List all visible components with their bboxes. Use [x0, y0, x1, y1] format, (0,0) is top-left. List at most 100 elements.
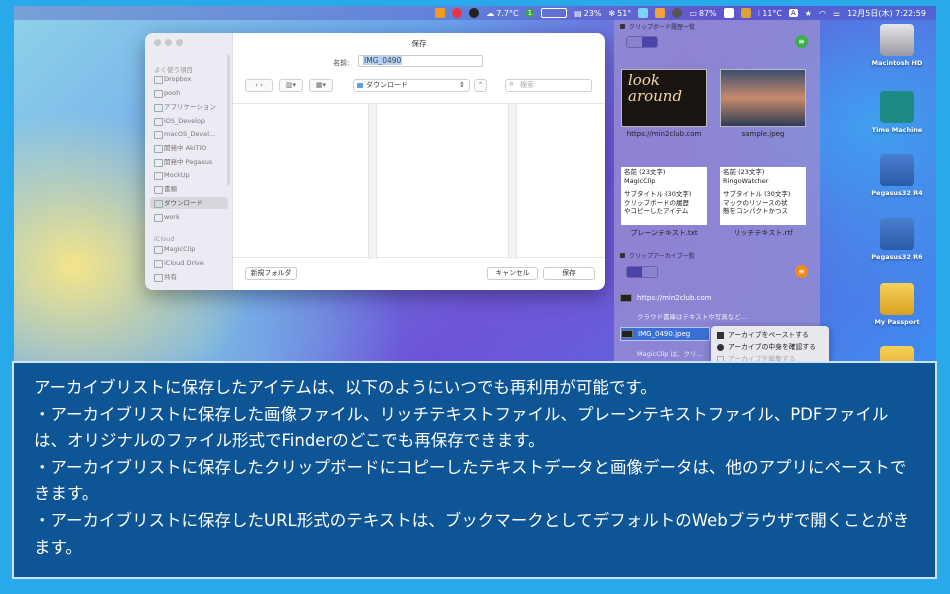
battery-status[interactable]: ▭ 87%: [689, 9, 716, 18]
history-text-card[interactable]: 名前 (23文字) RingoWatcher サブタイトル (30文字) マック…: [720, 167, 806, 225]
sidebar-item-macos-devel[interactable]: macOS_Devel...: [150, 128, 228, 140]
column-divider[interactable]: [509, 104, 517, 259]
clip-app-icon[interactable]: [452, 8, 463, 18]
wifi-icon[interactable]: ◠: [819, 9, 826, 18]
sidebar-scrollbar[interactable]: [227, 55, 230, 185]
minimize-button[interactable]: [165, 39, 172, 46]
thumbnail-icon: [620, 294, 632, 302]
sidebar-item-pegasus[interactable]: 開発中 Pegasus: [150, 156, 228, 168]
dialog-toolbar: ‹ › ▥▾ ▦▾ ダウンロード ⇕ ⌃ 検索: [233, 79, 605, 93]
filename-field[interactable]: IMG_0490: [358, 55, 483, 67]
star-icon[interactable]: ★: [805, 9, 812, 18]
thumb-look-around-text: look around: [628, 71, 683, 105]
input-mode[interactable]: A: [788, 9, 798, 17]
context-menu: アーカイブをペーストする アーカイブの中身を確認する アーカイブを編集する: [711, 326, 829, 362]
chevron-left-icon: ‹: [255, 81, 258, 89]
dialog-title: 保存: [411, 39, 427, 48]
external-drive-icon: [880, 346, 914, 362]
caption-line: ・アーカイブリストに保存したURL形式のテキストは、ブックマークとしてデフォルト…: [34, 510, 910, 557]
group-button[interactable]: ▦▾: [309, 79, 333, 92]
history-caption: https://min2club.com: [626, 130, 702, 138]
external-drive-icon: [880, 154, 914, 186]
archive-row[interactable]: クラウド書庫はテキストや写真など...: [620, 309, 810, 323]
history-view-toggle[interactable]: [626, 36, 658, 48]
calendar-status-icon[interactable]: [723, 8, 734, 18]
browser-column[interactable]: [517, 104, 605, 259]
zoom-button[interactable]: [176, 39, 183, 46]
sidebar-item-magicclip[interactable]: MagicClip: [150, 243, 228, 255]
dialog-main: 保存 名前: IMG_0490 ‹ › ▥▾ ▦▾ ダウンロード ⇕ ⌃ 検索: [233, 33, 605, 290]
sidebar-item-downloads[interactable]: ダウンロード: [150, 197, 228, 209]
ball-icon[interactable]: [469, 8, 480, 18]
sidebar-item-work[interactable]: work: [150, 211, 228, 223]
desktop-icon-time-machine[interactable]: Time Machine: [867, 91, 927, 134]
archive-view-toggle[interactable]: [626, 266, 658, 278]
sidebar-item-applications[interactable]: アプリケーション: [150, 101, 228, 113]
cpu-status[interactable]: ▤ 23%: [574, 9, 601, 18]
control-center-icon[interactable]: ⚌: [833, 9, 840, 18]
trash-status-icon[interactable]: [740, 8, 751, 18]
expand-button[interactable]: ⌃: [474, 79, 487, 92]
fan-status[interactable]: ✻ 51°: [608, 9, 631, 18]
cancel-button[interactable]: キャンセル: [487, 267, 538, 280]
grid-view-icon[interactable]: [642, 37, 657, 47]
list-view-icon[interactable]: [627, 267, 642, 277]
owl-status-icon[interactable]: [672, 8, 683, 18]
caption-line: ・アーカイブリストに保存した画像ファイル、リッチテキストファイル、プレーンテキス…: [34, 404, 889, 451]
history-menu-button[interactable]: ≡: [795, 35, 808, 48]
mic-status-icon[interactable]: [435, 8, 446, 18]
archive-row-selected[interactable]: IMG_0490.jpeg: [620, 327, 710, 341]
save-dialog: よく使う項目 Dropbox pooh アプリケーション iOS_Develop…: [145, 33, 605, 290]
box-status-icon[interactable]: [655, 8, 666, 18]
sidebar-item-ios-develop[interactable]: iOS_Develop: [150, 115, 228, 127]
clock[interactable]: 12月5日(木) 7:22:59: [847, 8, 926, 19]
close-button[interactable]: [154, 39, 161, 46]
list-view-icon[interactable]: [627, 37, 642, 47]
menu-bar: ☁ 7.7°C 1 ▤ 23% ✻ 51° ▭ 87% ⁝ 11°C A ★ ◠ ⚌ 12…: [14, 6, 936, 20]
cpu-graph[interactable]: [541, 8, 568, 18]
browser-column[interactable]: [377, 104, 509, 259]
grid-view-icon[interactable]: [642, 267, 657, 277]
desktop-icon-macintosh-hd[interactable]: Macintosh HD: [867, 24, 927, 67]
history-thumb-image[interactable]: [720, 69, 806, 127]
sidebar-item-mockup[interactable]: MockUp: [150, 169, 228, 181]
sidebar-item-dropbox[interactable]: Dropbox: [150, 73, 228, 85]
sidebar-item-shared[interactable]: 共有: [150, 271, 228, 283]
desktop-icon-my-passport[interactable]: My Passport: [867, 283, 927, 326]
menu-item-paste-archive[interactable]: アーカイブをペーストする: [717, 329, 809, 341]
view-mode-button[interactable]: ▥▾: [279, 79, 303, 92]
clip-panel: クリップボード履歴一覧 ≡ look around https://min2cl…: [614, 20, 820, 362]
browser-column[interactable]: [233, 104, 369, 259]
app-status-icon[interactable]: [638, 8, 649, 18]
chevron-up-icon: ⌃: [477, 81, 484, 89]
history-heading: クリップボード履歴一覧: [620, 22, 695, 31]
new-folder-button[interactable]: 新規フォルダ: [245, 267, 297, 280]
weather-status[interactable]: ☁ 7.7°C: [486, 9, 518, 18]
dialog-footer: 新規フォルダ キャンセル 保存: [233, 258, 605, 290]
sensor-icon: ⁝: [757, 8, 761, 18]
cloud-icon: ☁: [486, 8, 495, 18]
sidebar-item-akitio[interactable]: 開発中 AkiTiO: [150, 142, 228, 154]
column-divider[interactable]: [369, 104, 377, 259]
desktop-icon-pegasus-r6[interactable]: Pegasus32 R6: [867, 218, 927, 261]
location-popup[interactable]: ダウンロード ⇕: [353, 79, 470, 92]
archive-row[interactable]: https://min2club.com: [620, 291, 810, 305]
temp-status[interactable]: ⁝ 11°C: [758, 9, 782, 18]
history-text-card[interactable]: 名前 (23文字) MagicClip サブタイトル (30文字) クリップボー…: [621, 167, 707, 225]
history-caption: プレーンテキスト.txt: [630, 229, 698, 237]
sidebar-item-pooh[interactable]: pooh: [150, 87, 228, 99]
image-icon: [621, 330, 633, 338]
archive-menu-button[interactable]: ≡: [795, 265, 808, 278]
grid-icon: ▦▾: [315, 81, 327, 89]
sidebar-item-documents[interactable]: 書類: [150, 183, 228, 195]
badge-status[interactable]: 1: [525, 9, 535, 17]
back-forward-buttons[interactable]: ‹ ›: [245, 79, 273, 92]
history-thumb-url[interactable]: look around: [621, 69, 707, 127]
desktop-icon-extra[interactable]: [867, 346, 927, 362]
search-input[interactable]: 検索: [505, 79, 592, 92]
save-button[interactable]: 保存: [543, 267, 595, 280]
menu-item-view-archive[interactable]: アーカイブの中身を確認する: [717, 341, 816, 353]
desktop-icon-pegasus-r4[interactable]: Pegasus32 R4: [867, 154, 927, 197]
sidebar-item-icloud-drive[interactable]: iCloud Drive: [150, 257, 228, 269]
time-machine-icon: [880, 91, 914, 123]
